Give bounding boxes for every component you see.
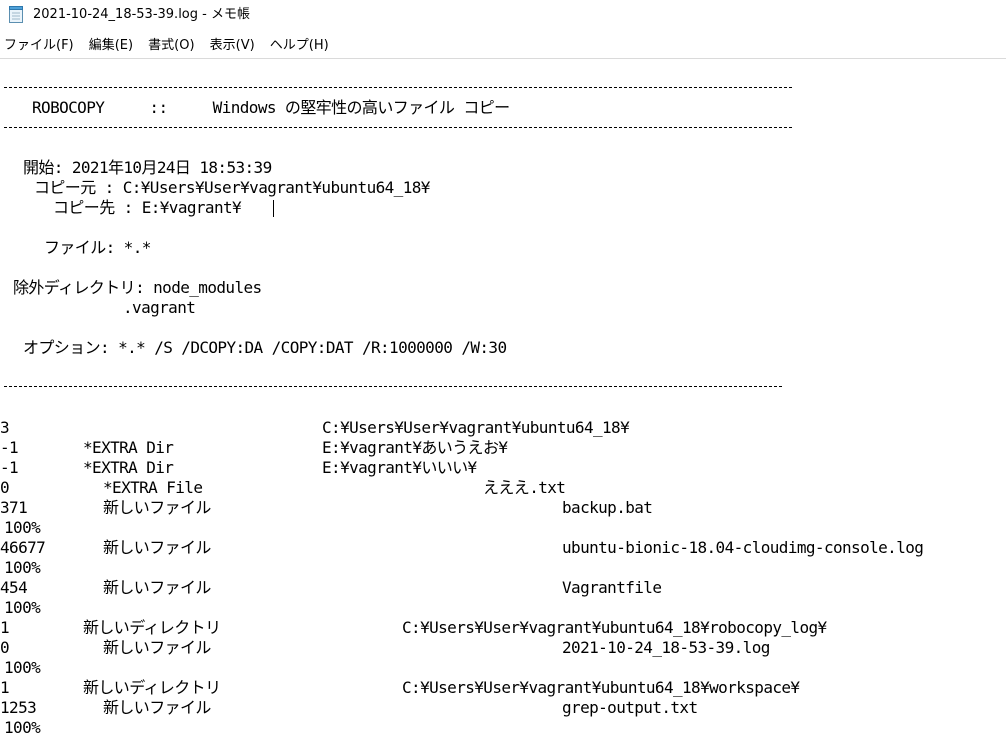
entry-count: -1 xyxy=(0,458,19,477)
separator-rule xyxy=(4,127,792,128)
entry-file: backup.bat xyxy=(562,498,653,517)
exclude-dirs-2: .vagrant xyxy=(123,298,196,317)
entry-percent: 100% xyxy=(4,518,41,537)
start-time: 開始: 2021年10月24日 18:53:39 xyxy=(23,158,272,177)
entry-path: E:¥vagrant¥いいい¥ xyxy=(322,458,477,477)
window-title: 2021-10-24_18-53-39.log - メモ帳 xyxy=(33,7,250,22)
entry-size: 1253 xyxy=(0,698,37,717)
entry-percent: 100% xyxy=(4,558,41,577)
entry-file: grep-output.txt xyxy=(562,698,698,717)
options: オプション: *.* /S /DCOPY:DA /COPY:DAT /R:100… xyxy=(23,338,507,357)
text-caret xyxy=(273,200,274,217)
header-title: ROBOCOPY :: Windows の堅牢性の高いファイル コピー xyxy=(32,98,510,117)
entry-count: 3 xyxy=(0,418,10,437)
menu-help[interactable]: ヘルプ(H) xyxy=(265,35,334,57)
source-path: コピー元 : C:¥Users¥User¥vagrant¥ubuntu64_18… xyxy=(34,178,430,197)
entry-percent: 100% xyxy=(4,718,41,737)
entry-path: C:¥Users¥User¥vagrant¥ubuntu64_18¥roboco… xyxy=(402,618,827,637)
entry-percent: 100% xyxy=(4,658,41,677)
entry-file: Vagrantfile xyxy=(562,578,662,597)
entry-file: 2021-10-24_18-53-39.log xyxy=(562,638,770,657)
menu-format[interactable]: 書式(O) xyxy=(143,35,199,57)
menu-bar: ファイル(F) 編集(E) 書式(O) 表示(V) ヘルプ(H) xyxy=(0,34,334,56)
entry-file: えええ.txt xyxy=(483,478,566,497)
entry-count: -1 xyxy=(0,438,19,457)
entry-size: 0 xyxy=(0,478,10,497)
entry-count: 1 xyxy=(0,618,10,637)
text-editor[interactable]: ROBOCOPY :: Windows の堅牢性の高いファイル コピー 開始: … xyxy=(0,58,1006,739)
separator-rule xyxy=(4,386,782,387)
entry-size: 0 xyxy=(0,638,10,657)
title-bar[interactable]: 2021-10-24_18-53-39.log - メモ帳 xyxy=(0,0,1006,30)
notepad-window: 2021-10-24_18-53-39.log - メモ帳 ファイル(F) 編集… xyxy=(0,0,1006,739)
dest-path: コピー先 : E:¥vagrant¥ xyxy=(53,198,242,217)
entry-size: 371 xyxy=(0,498,28,517)
entry-size: 46677 xyxy=(0,538,46,557)
entry-file: ubuntu-bionic-18.04-cloudimg-console.log xyxy=(562,538,924,557)
exclude-dirs: 除外ディレクトリ: node_modules xyxy=(13,278,262,297)
entry-percent: 100% xyxy=(4,598,41,617)
entry-size: 454 xyxy=(0,578,28,597)
file-filter: ファイル: *.* xyxy=(44,238,151,257)
menu-edit[interactable]: 編集(E) xyxy=(84,35,138,57)
menu-file[interactable]: ファイル(F) xyxy=(0,35,79,57)
entry-path: C:¥Users¥User¥vagrant¥ubuntu64_18¥worksp… xyxy=(402,678,800,697)
entry-path: C:¥Users¥User¥vagrant¥ubuntu64_18¥ xyxy=(322,418,630,437)
entry-path: E:¥vagrant¥あいうえお¥ xyxy=(322,438,508,457)
menu-view[interactable]: 表示(V) xyxy=(205,35,260,57)
entry-count: 1 xyxy=(0,678,10,697)
notepad-icon xyxy=(9,6,23,23)
separator-rule xyxy=(4,87,792,88)
